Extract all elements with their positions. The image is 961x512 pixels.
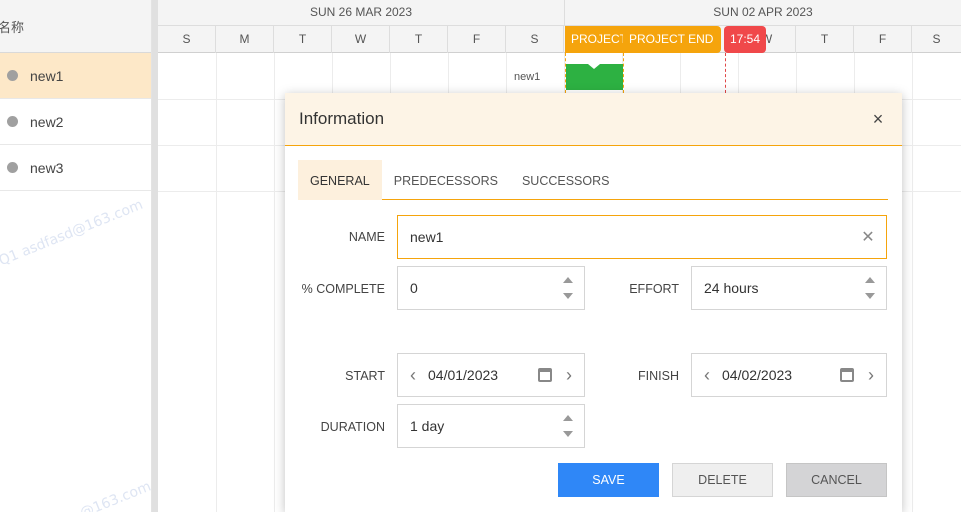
tree-row-new1[interactable]: new1 [0, 53, 151, 99]
day-label: W [332, 26, 390, 53]
task-tree: 名称 new1 new2 new3 Q1 asdfasd@163.com [0, 0, 152, 512]
complete-label: % COMPLETE [301, 282, 385, 296]
duration-value: 1 day [410, 418, 445, 434]
tree-row-label: new3 [30, 159, 64, 176]
task-bar-notch [588, 64, 600, 69]
name-label: NAME [348, 230, 385, 244]
finish-value: 04/02/2023 [722, 367, 793, 383]
day-label: T [390, 26, 448, 53]
project-end-marker[interactable]: PROJECT END [623, 26, 722, 53]
complete-value: 0 [410, 280, 418, 296]
day-label: S [932, 32, 941, 46]
chevron-right-icon[interactable]: › [864, 365, 878, 386]
delete-button[interactable]: DELETE [672, 463, 773, 497]
name-column-header[interactable]: 名称 [0, 17, 24, 36]
day-label: T [796, 26, 854, 53]
tree-row-label: new2 [30, 113, 64, 130]
grid-line [216, 53, 217, 512]
day-label: M [216, 26, 274, 53]
day-label: T [274, 26, 332, 53]
task-info-dialog: Information × GENERAL PREDECESSORS SUCCE… [285, 93, 902, 512]
dialog-header: Information × [285, 93, 902, 146]
tab-successors[interactable]: SUCCESSORS [510, 160, 622, 200]
clear-icon[interactable]: ✕ [860, 227, 876, 247]
effort-input[interactable]: 24 hours [691, 266, 887, 310]
project-end-line [623, 53, 624, 93]
calendar-icon[interactable] [840, 368, 854, 382]
day-label: F [854, 26, 912, 53]
tree-row-label: new1 [30, 67, 64, 84]
tree-row-new2[interactable]: new2 [0, 99, 151, 145]
finish-label: FINISH [638, 369, 679, 383]
watermark-text: Q1 asdfasd@163.com [0, 196, 146, 270]
calendar-icon[interactable] [538, 368, 552, 382]
spinner-icon[interactable] [862, 273, 878, 303]
tree-row-new3[interactable]: new3 [0, 145, 151, 191]
task-dot-icon [7, 162, 18, 173]
duration-label: DURATION [320, 420, 385, 434]
start-value: 04/01/2023 [428, 367, 499, 383]
day-label: S [158, 26, 216, 53]
dialog-tabs: GENERAL PREDECESSORS SUCCESSORS [298, 160, 888, 200]
close-icon[interactable]: × [868, 109, 888, 130]
task-dot-icon [7, 70, 18, 81]
finish-date-input[interactable]: ‹ 04/02/2023 › [691, 353, 887, 397]
name-input[interactable]: new1 ✕ [397, 215, 887, 259]
day-header: S M T W T F S W T F S [158, 26, 961, 53]
tab-general[interactable]: GENERAL [298, 160, 382, 200]
chevron-left-icon[interactable]: ‹ [406, 365, 420, 386]
complete-input[interactable]: 0 [397, 266, 585, 310]
save-button[interactable]: SAVE [558, 463, 659, 497]
name-value: new1 [410, 229, 444, 245]
chevron-left-icon[interactable]: ‹ [700, 365, 714, 386]
chevron-right-icon[interactable]: › [562, 365, 576, 386]
week-label: SUN 02 APR 2023 [713, 5, 813, 19]
spinner-icon[interactable] [560, 273, 576, 303]
task-dot-icon [7, 116, 18, 127]
grid-line [912, 53, 913, 512]
task-bar-new1[interactable] [566, 64, 623, 90]
effort-label: EFFORT [629, 282, 679, 296]
day-label: F [448, 26, 506, 53]
dialog-title: Information [299, 109, 385, 128]
week-label: SUN 26 MAR 2023 [158, 0, 565, 26]
effort-value: 24 hours [704, 280, 759, 296]
cancel-button[interactable]: CANCEL [786, 463, 887, 497]
current-time-marker: 17:54 [724, 26, 767, 53]
task-bar-label: new1 [514, 71, 541, 83]
start-label: START [345, 369, 385, 383]
week-header: SUN 26 MAR 2023 SUN 02 APR 2023 [158, 0, 961, 26]
duration-input[interactable]: 1 day [397, 404, 585, 448]
spinner-icon[interactable] [560, 411, 576, 441]
day-label: S [506, 26, 564, 53]
tree-header: 名称 [0, 0, 151, 53]
current-time-line [725, 53, 726, 93]
tab-predecessors[interactable]: PREDECESSORS [382, 160, 510, 200]
grid-line [274, 53, 275, 512]
start-date-input[interactable]: ‹ 04/01/2023 › [397, 353, 585, 397]
